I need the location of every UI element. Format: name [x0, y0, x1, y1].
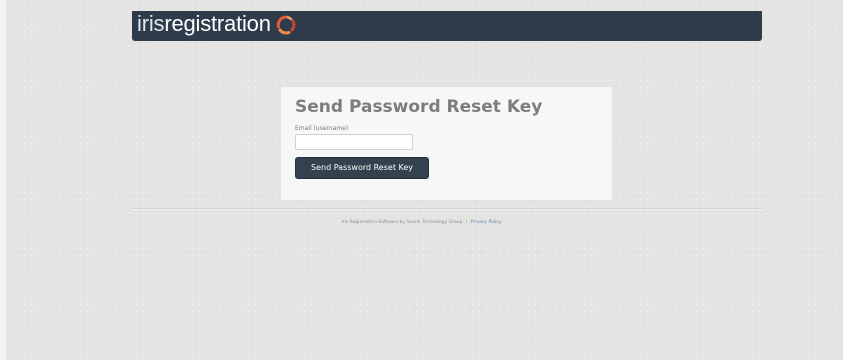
send-reset-key-button[interactable]: Send Password Reset Key	[295, 157, 429, 179]
email-label: Email (username)	[295, 125, 349, 132]
footer-divider	[132, 208, 762, 209]
email-field[interactable]	[295, 134, 413, 150]
logo-text-iris: iris	[137, 11, 165, 36]
page-title: Send Password Reset Key	[295, 97, 543, 117]
reset-password-card: Send Password Reset Key Email (username)…	[280, 86, 613, 201]
logo-text-registration: registration	[164, 11, 271, 36]
footer-credit: Iris Registration Software by Searle Tec…	[341, 220, 463, 225]
site-logo[interactable]: iris registration	[137, 9, 296, 39]
iris-swirl-logo-icon	[276, 15, 296, 35]
footer-separator: |	[465, 220, 468, 225]
page-background: iris registration Send Password Reset Key…	[0, 0, 843, 360]
site-footer: Iris Registration Software by Searle Tec…	[0, 220, 843, 225]
window-edge	[0, 0, 6, 360]
site-header: iris registration	[132, 11, 762, 41]
privacy-policy-link[interactable]: Privacy Policy	[471, 220, 502, 225]
